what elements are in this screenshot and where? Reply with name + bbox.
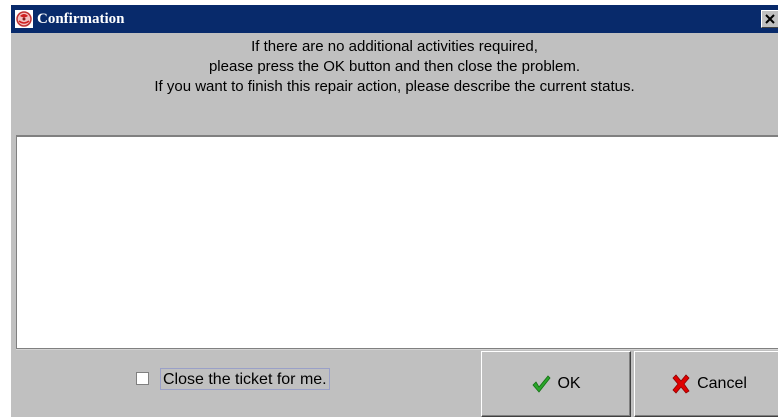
message-line-2: please press the OK button and then clos… <box>208 58 581 75</box>
instruction-message: If there are no additional activities re… <box>11 37 778 97</box>
message-line-1: If there are no additional activities re… <box>251 38 538 55</box>
close-ticket-checkbox[interactable] <box>136 372 149 385</box>
cancel-button-label: Cancel <box>697 375 747 392</box>
ok-button[interactable]: OK <box>481 351 631 417</box>
cancel-button[interactable]: Cancel <box>634 351 778 417</box>
checkmark-icon <box>532 375 551 393</box>
message-line-3: If you want to finish this repair action… <box>154 78 635 95</box>
divider <box>16 349 778 350</box>
ok-button-label: OK <box>557 375 581 392</box>
close-icon <box>765 14 775 24</box>
close-button[interactable] <box>761 10 778 28</box>
app-logo-icon <box>15 10 33 28</box>
title-bar[interactable]: Confirmation <box>11 5 778 33</box>
confirmation-dialog: Confirmation If there are no additional … <box>10 4 778 417</box>
x-mark-icon <box>672 374 690 394</box>
current-status-textarea[interactable] <box>16 135 778 349</box>
window-title: Confirmation <box>37 11 125 27</box>
close-ticket-label[interactable]: Close the ticket for me. <box>160 368 330 390</box>
